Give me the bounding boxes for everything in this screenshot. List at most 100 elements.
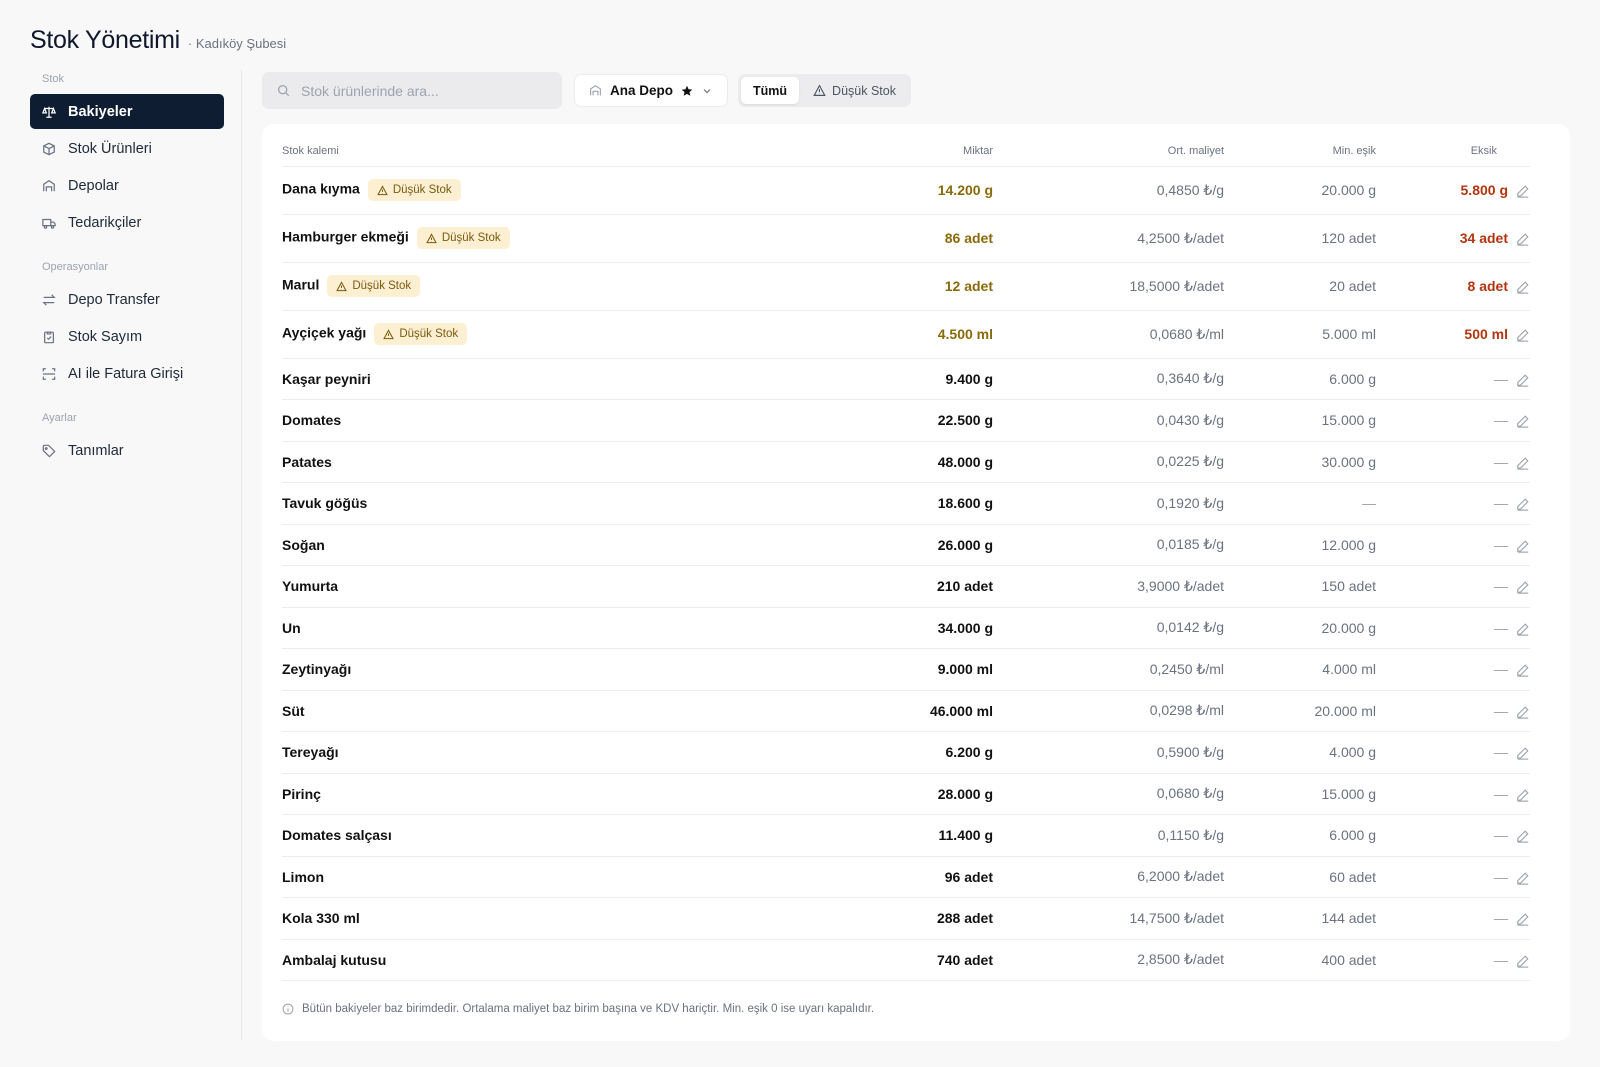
min-threshold-cell: 400 adet [1224, 939, 1376, 981]
min-threshold-cell: 150 adet [1224, 565, 1377, 608]
sidebar-item[interactable]: Tedarikçiler [30, 205, 224, 240]
missing-cell: — [1376, 441, 1530, 483]
quantity-cell: 18.600 g [842, 482, 993, 525]
edit-icon[interactable] [1516, 705, 1530, 719]
item-name: Domates [282, 412, 342, 429]
quantity-value: 86 adet [944, 230, 993, 246]
table-row[interactable]: Patates 48.000 g 0,0225 ₺/g 30.000 g — [282, 441, 1530, 483]
edit-icon[interactable] [1516, 232, 1530, 246]
table-row[interactable]: Soğan 26.000 g 0,0185 ₺/g 12.000 g — [282, 524, 1530, 566]
min-threshold-value: 150 adet [1321, 578, 1377, 595]
sidebar-item[interactable]: Depolar [30, 168, 224, 203]
missing-cell-value: — [1494, 495, 1508, 512]
min-threshold-value: 20.000 g [1321, 619, 1377, 636]
table-row[interactable]: Kola 330 ml 288 adet 14,7500 ₺/adet 144 ade… [282, 897, 1530, 940]
sidebar-item[interactable]: Bakiyeler [30, 94, 224, 129]
table-row[interactable]: Limon 96 adet 6,2000 ₺/adet 60 adet — [282, 856, 1530, 898]
table-row[interactable]: Yumurta 210 adet 3,9000 ₺/adet 150 adet — [282, 565, 1530, 608]
missing-cell: — [1376, 524, 1530, 566]
min-threshold-cell: — [1224, 482, 1376, 525]
table-row[interactable]: Un 34.000 g 0,0142 ₺/g 20.000 g — [282, 607, 1530, 649]
sidebar-item[interactable]: Depo Transfer [30, 282, 224, 317]
missing-cell: — [1376, 773, 1530, 815]
edit-icon[interactable] [1516, 414, 1530, 429]
sidebar-item[interactable]: Stok Sayım [30, 319, 224, 354]
page-title: Stok Yönetimi [30, 26, 180, 54]
min-threshold-cell: 15.000 g [1224, 773, 1376, 815]
min-threshold-cell: 144 adet [1224, 897, 1376, 940]
warehouse-icon [590, 84, 601, 96]
table-row[interactable]: Tavuk göğüs 18.600 g 0,1920 ₺/g — — [282, 482, 1530, 525]
column-header-quantity[interactable]: Miktar [842, 124, 993, 167]
avg-cost-value: 0,0142 ₺/g [1156, 619, 1224, 636]
table-row[interactable]: Marul Düşük Stok 12 adet 18,5000 ₺/adet 20 a… [282, 262, 1530, 311]
star-icon [681, 85, 693, 96]
warehouse-select-label: Ana Depo [610, 83, 674, 98]
edit-icon[interactable] [1516, 622, 1530, 636]
min-threshold-cell: 30.000 g [1224, 441, 1376, 483]
item-cell: Ayçiçek yağı Düşük Stok [282, 310, 842, 359]
edit-icon[interactable] [1516, 871, 1530, 885]
item-name: Tavuk göğüs [282, 495, 368, 512]
quantity-cell: 46.000 ml [842, 690, 993, 732]
min-threshold-cell: 60 adet [1224, 856, 1376, 898]
quantity-cell: 4.500 ml [842, 310, 993, 359]
search-box[interactable] [262, 72, 562, 109]
edit-icon[interactable] [1516, 184, 1530, 198]
table-row[interactable]: Hamburger ekmeği Düşük Stok 86 adet 4,2500 … [282, 214, 1530, 263]
sidebar-item-label: AI ile Fatura Girişi [68, 365, 184, 382]
table-row[interactable]: Domates salçası 11.400 g 0,1150 ₺/g 6.000 g… [282, 814, 1530, 857]
item-name: Ambalaj kutusu [282, 951, 387, 968]
sidebar-item-label: Stok Ürünleri [68, 140, 152, 157]
table-row[interactable]: Kaşar peyniri 9.400 g 0,3640 ₺/g 6.000 g — [282, 358, 1530, 400]
edit-icon[interactable] [1516, 746, 1530, 761]
search-input[interactable] [301, 82, 541, 99]
column-header-min-threshold[interactable]: Min. eşik [1224, 124, 1376, 167]
table-row[interactable]: Dana kıyma Düşük Stok 14.200 g 0,4850 ₺/g 20… [282, 166, 1530, 215]
missing-cell-value: — [1494, 785, 1508, 802]
sidebar-item[interactable]: Stok Ürünleri [30, 131, 224, 166]
edit-icon[interactable] [1516, 456, 1530, 470]
filter-low-stock-button[interactable]: Düşük Stok [801, 77, 908, 104]
quantity-cell: 740 adet [842, 939, 993, 981]
table-row[interactable]: Pirinç 28.000 g 0,0680 ₺/g 15.000 g — [282, 773, 1530, 815]
edit-icon[interactable] [1516, 663, 1530, 678]
missing-cell-value: 34 adet [1459, 229, 1508, 246]
missing-cell: — [1376, 648, 1530, 691]
table-row[interactable]: Ambalaj kutusu 740 adet 2,8500 ₺/adet 400 a… [282, 939, 1530, 981]
edit-icon[interactable] [1516, 788, 1530, 802]
missing-cell: 8 adet [1376, 262, 1530, 311]
item-cell: Süt [282, 690, 842, 732]
edit-icon[interactable] [1516, 280, 1530, 294]
table-row[interactable]: Domates 22.500 g 0,0430 ₺/g 15.000 g — [282, 399, 1530, 442]
missing-cell: 34 adet [1376, 214, 1530, 263]
column-header-item[interactable]: Stok kalemi [282, 124, 842, 167]
column-header-missing[interactable]: Eksik [1376, 124, 1530, 167]
table-row[interactable]: Süt 46.000 ml 0,0298 ₺/ml 20.000 ml — [282, 690, 1530, 732]
avg-cost-cell: 0,0225 ₺/g [993, 441, 1224, 483]
column-header-avg-cost[interactable]: Ort. maliyet [993, 124, 1224, 167]
edit-icon[interactable] [1516, 954, 1530, 968]
warehouse-select[interactable]: Ana Depo [574, 74, 729, 107]
edit-icon[interactable] [1516, 912, 1530, 927]
sidebar-item[interactable]: Tanımlar [30, 433, 224, 468]
edit-icon[interactable] [1516, 373, 1530, 387]
avg-cost-cell: 2,8500 ₺/adet [993, 939, 1224, 981]
box-icon [42, 142, 56, 156]
table-row[interactable]: Ayçiçek yağı Düşük Stok 4.500 ml 0,0680 ₺/m… [282, 310, 1530, 359]
transfer-icon [42, 293, 56, 307]
min-threshold-cell: 4.000 ml [1224, 648, 1376, 691]
edit-icon[interactable] [1516, 497, 1530, 512]
item-cell: Domates salçası [282, 814, 842, 857]
table-row[interactable]: Zeytinyağı 9.000 ml 0,2450 ₺/ml 4.000 ml — [282, 648, 1530, 691]
edit-icon[interactable] [1516, 328, 1530, 342]
edit-icon[interactable] [1516, 539, 1530, 553]
toolbar: Ana Depo Tümü Düşük Stok [262, 72, 911, 109]
filter-all-button[interactable]: Tümü [741, 77, 800, 104]
table-row[interactable]: Tereyağı 6.200 g 0,5900 ₺/g 4.000 g — [282, 731, 1530, 774]
avg-cost-value: 0,0185 ₺/g [1156, 536, 1224, 553]
sidebar-item[interactable]: AI ile Fatura Girişi [30, 356, 224, 391]
nav-group-spacer [30, 393, 224, 409]
edit-icon[interactable] [1516, 580, 1530, 595]
edit-icon[interactable] [1516, 829, 1530, 844]
